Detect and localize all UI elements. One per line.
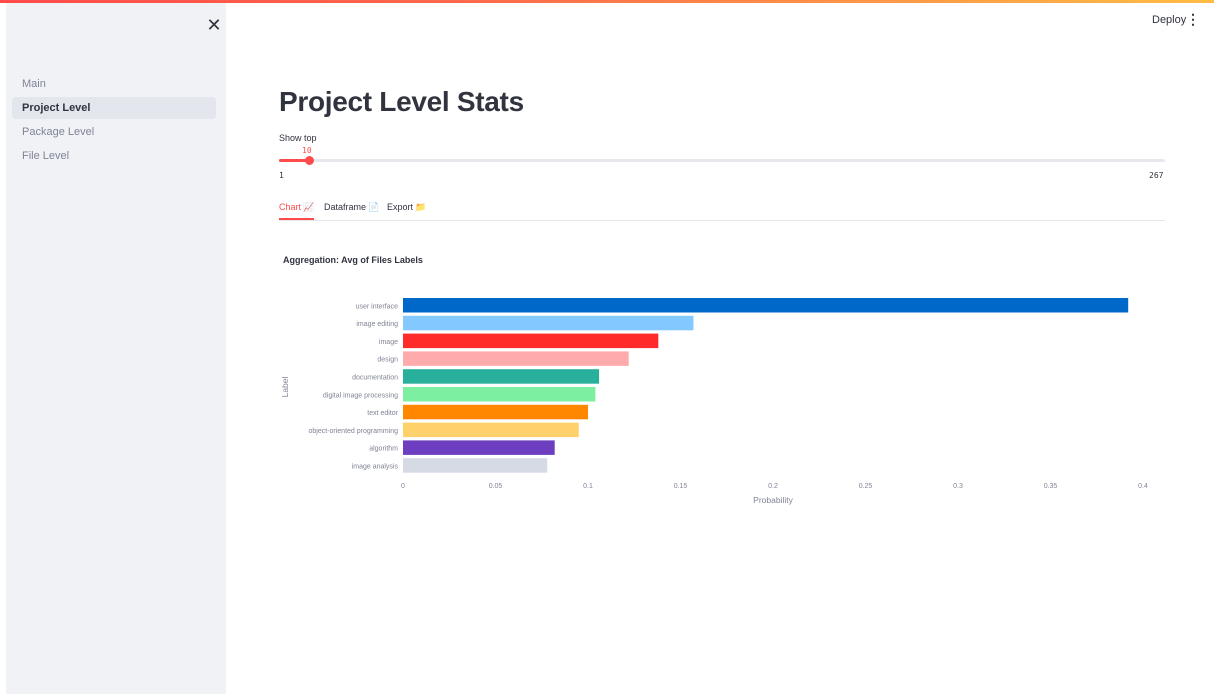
show-top-slider[interactable] xyxy=(279,156,1165,165)
y-tick-label: user interface xyxy=(356,303,399,310)
page-icon: 📄 xyxy=(368,203,380,213)
sidebar-item-file-level[interactable]: File Level xyxy=(12,145,216,167)
chart-title: Aggregation: Avg of Files Labels xyxy=(283,255,423,265)
bar-digital-image-processing xyxy=(403,387,596,402)
slider-current-value: 10 xyxy=(302,146,312,155)
bar-design xyxy=(403,351,629,366)
x-tick-label: 0.2 xyxy=(768,483,778,490)
x-tick-label: 0.3 xyxy=(953,483,963,490)
slider-max-label: 267 xyxy=(1149,171,1164,180)
y-tick-label: design xyxy=(377,357,398,364)
sidebar-item-package-level[interactable]: Package Level xyxy=(12,121,216,143)
slider-thumb[interactable] xyxy=(305,156,315,165)
y-tick-label: image xyxy=(379,339,398,346)
folder-icon: 📁 xyxy=(415,203,427,213)
sidebar-nav: Main Project Level Package Level File Le… xyxy=(12,73,216,169)
sidebar: ✕ Main Project Level Package Level File … xyxy=(6,3,226,694)
close-sidebar-icon[interactable]: ✕ xyxy=(204,15,224,35)
x-tick-label: 0.25 xyxy=(859,483,873,490)
y-tick-label: documentation xyxy=(352,374,398,381)
tab-export-label: Export xyxy=(387,202,414,212)
y-tick-label: image analysis xyxy=(352,463,399,470)
bar-documentation xyxy=(403,369,600,384)
x-tick-label: 0.05 xyxy=(489,483,503,490)
y-tick-label: text editor xyxy=(367,410,398,417)
y-tick-label: object-oriented programming xyxy=(309,428,399,435)
sidebar-item-main[interactable]: Main xyxy=(12,73,216,95)
tab-export[interactable]: Export 📁 xyxy=(387,200,426,220)
chart-icon: 📈 xyxy=(303,203,315,213)
bar-object-oriented-programming xyxy=(403,422,579,438)
tab-bar: Chart 📈 Dataframe 📄 Export 📁 xyxy=(279,200,1165,221)
tab-chart-label: Chart xyxy=(279,202,302,212)
bar-chart: user interface image editing image design do… xyxy=(280,298,1148,505)
bar-image-editing xyxy=(403,315,694,331)
x-tick-label: 0.35 xyxy=(1044,483,1058,490)
tab-chart[interactable]: Chart 📈 xyxy=(279,200,315,220)
x-axis-title: Probability xyxy=(753,495,793,505)
y-tick-label: algorithm xyxy=(369,446,398,453)
tab-dataframe-label: Dataframe xyxy=(324,202,367,212)
tab-dataframe[interactable]: Dataframe 📄 xyxy=(324,200,379,220)
y-axis-title: Label xyxy=(280,376,290,397)
y-tick-label: digital image processing xyxy=(323,392,398,399)
sidebar-item-project-level[interactable]: Project Level xyxy=(12,97,216,119)
bar-text-editor xyxy=(403,404,588,420)
x-tick-label: 0.4 xyxy=(1138,483,1148,490)
bar-algorithm xyxy=(403,440,555,455)
x-tick-label: 0 xyxy=(401,483,405,490)
bar-image-analysis xyxy=(403,458,548,473)
y-tick-label: image editing xyxy=(356,321,398,328)
bar-user-interface xyxy=(403,298,1129,313)
bar-image xyxy=(403,333,659,349)
slider-min-label: 1 xyxy=(279,171,284,180)
x-tick-label: 0.1 xyxy=(583,483,593,490)
slider-label: Show top xyxy=(279,133,317,143)
main-menu-icon[interactable]: ⋮ xyxy=(1186,12,1200,26)
deploy-button[interactable]: Deploy xyxy=(1152,14,1186,26)
x-tick-label: 0.15 xyxy=(674,483,688,490)
page-title: Project Level Stats xyxy=(279,86,524,117)
